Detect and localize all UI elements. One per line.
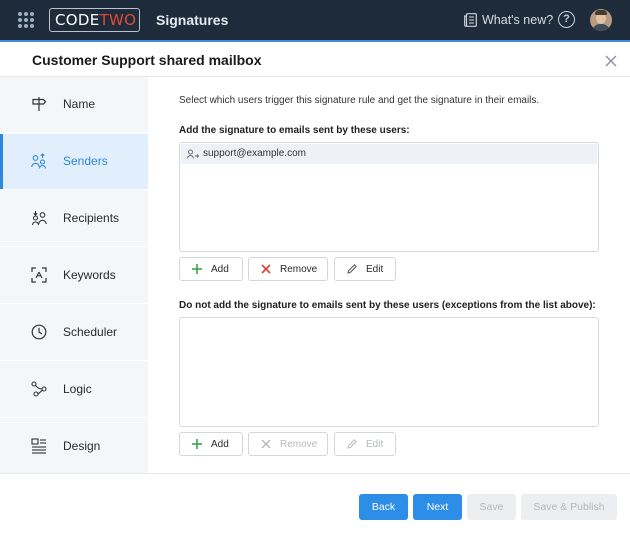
pencil-icon (347, 264, 357, 274)
exclude-edit-button[interactable]: Edit (334, 432, 396, 456)
logo-accent-text: TWO (99, 11, 137, 29)
sidebar-item-design[interactable]: Design (0, 419, 148, 475)
keywords-icon (31, 267, 47, 283)
dialog-title: Customer Support shared mailbox (32, 52, 262, 68)
codetwo-logo[interactable]: CODETWO (49, 8, 140, 32)
include-remove-button[interactable]: Remove (248, 257, 328, 281)
plus-icon (192, 264, 202, 274)
button-label: Edit (366, 439, 384, 450)
include-edit-button[interactable]: Edit (334, 257, 396, 281)
recipients-icon (31, 211, 47, 226)
include-add-button[interactable]: Add (179, 257, 243, 281)
list-item[interactable]: support@example.com (181, 144, 597, 164)
sidebar-item-label: Recipients (63, 211, 120, 225)
x-icon (261, 264, 271, 274)
sidebar-item-logic[interactable]: Logic (0, 362, 148, 418)
x-icon (261, 439, 271, 449)
user-avatar[interactable] (590, 9, 612, 31)
user-email: support@example.com (203, 148, 306, 159)
signpost-icon (32, 97, 47, 111)
footer-divider (0, 473, 630, 474)
app-title: Signatures (156, 12, 229, 28)
help-icon[interactable]: ? (558, 11, 575, 28)
exclude-section-label: Do not add the signature to emails sent … (179, 300, 596, 311)
button-label: Add (211, 264, 229, 275)
sidebar-nav: Name Senders Recipients Keywords Schedul… (0, 77, 148, 475)
clock-icon (31, 324, 47, 340)
design-icon (31, 438, 46, 454)
accent-line (0, 40, 630, 42)
sidebar-item-label: Design (63, 439, 101, 453)
button-label: Remove (280, 439, 318, 450)
sidebar-item-keywords[interactable]: Keywords (0, 248, 148, 304)
logo-text: CODE (55, 11, 100, 29)
exclude-remove-button[interactable]: Remove (248, 432, 328, 456)
intro-text: Select which users trigger this signatur… (179, 95, 540, 106)
button-label: Remove (280, 264, 318, 275)
app-launcher-icon[interactable] (18, 12, 34, 28)
sidebar-item-label: Name (63, 97, 96, 111)
sidebar-item-label: Scheduler (63, 325, 118, 339)
news-icon[interactable] (464, 13, 477, 27)
sidebar-item-scheduler[interactable]: Scheduler (0, 305, 148, 361)
exclude-add-button[interactable]: Add (179, 432, 243, 456)
top-bar: CODETWO Signatures What's new? ? (0, 0, 630, 40)
back-button[interactable]: Back (359, 494, 408, 520)
save-button[interactable]: Save (467, 494, 516, 520)
close-icon[interactable] (604, 54, 618, 68)
logic-icon (31, 381, 47, 397)
plus-icon (192, 439, 202, 449)
button-label: Add (211, 439, 229, 450)
sidebar-item-name[interactable]: Name (0, 77, 148, 133)
sidebar-item-label: Logic (63, 382, 92, 396)
save-publish-button[interactable]: Save & Publish (521, 494, 617, 520)
senders-icon (31, 153, 47, 169)
sidebar-item-recipients[interactable]: Recipients (0, 191, 148, 247)
sidebar-item-label: Keywords (63, 268, 116, 282)
whats-new-link[interactable]: What's new? (482, 13, 553, 27)
user-send-icon (187, 149, 199, 159)
sidebar-item-senders[interactable]: Senders (0, 134, 148, 190)
include-users-list[interactable]: support@example.com (179, 142, 599, 252)
sidebar-item-label: Senders (63, 154, 108, 168)
next-button[interactable]: Next (413, 494, 462, 520)
button-label: Edit (366, 264, 384, 275)
include-section-label: Add the signature to emails sent by thes… (179, 125, 410, 136)
exclude-users-list[interactable] (179, 317, 599, 427)
pencil-icon (347, 439, 357, 449)
